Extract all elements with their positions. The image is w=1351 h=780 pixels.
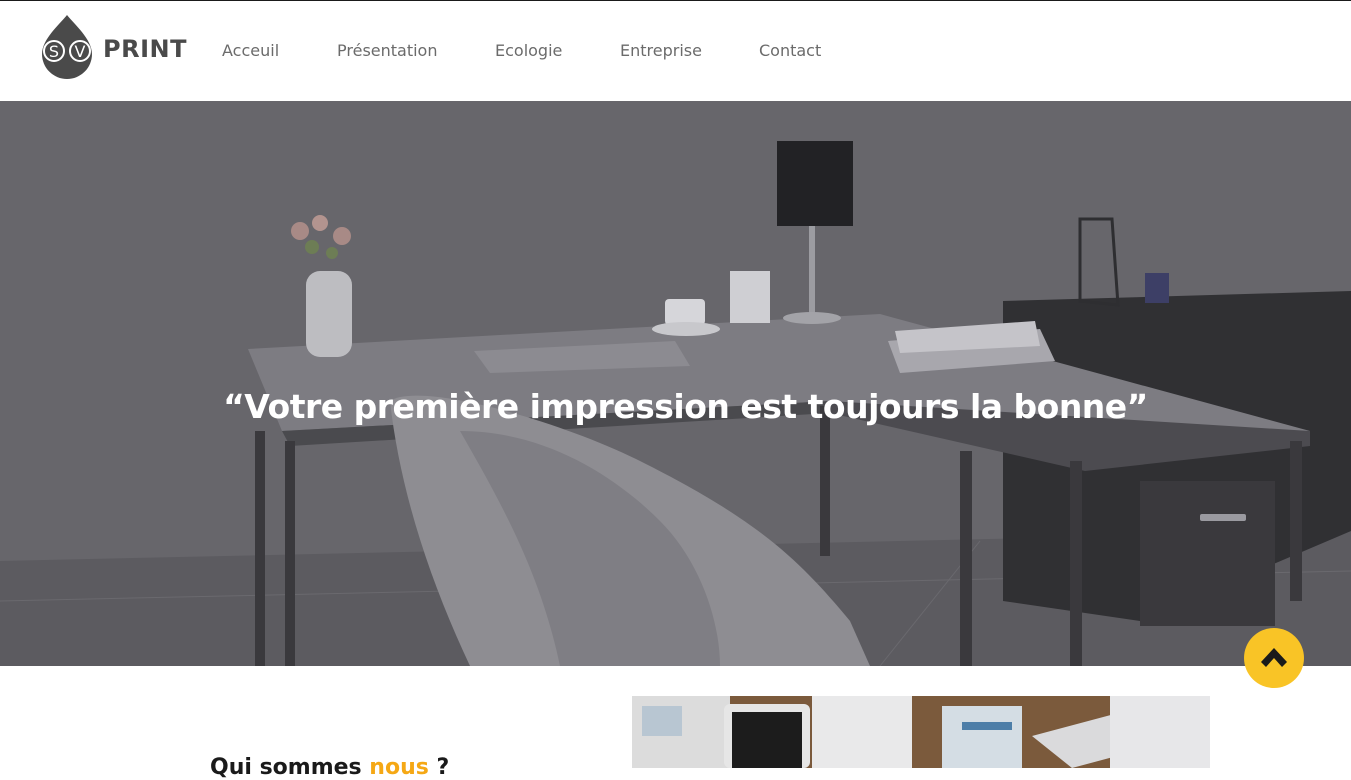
site-header: S V PRINT Acceuil Présentation Ecologie … xyxy=(0,1,1351,101)
logo-letter-s: S xyxy=(49,42,59,61)
hero-quote: “Votre première impression est toujours … xyxy=(223,387,1148,427)
chevron-up-icon xyxy=(1261,648,1287,667)
logo[interactable]: S V PRINT xyxy=(39,13,187,81)
nav-item-contact[interactable]: Contact xyxy=(759,41,821,60)
logo-text: PRINT xyxy=(103,35,187,63)
scroll-top-button[interactable] xyxy=(1244,628,1304,688)
nav-item-ecologie[interactable]: Ecologie xyxy=(495,41,562,60)
desk-documents-tablet-photo xyxy=(632,696,1210,768)
logo-letter-v: V xyxy=(75,42,86,61)
nav-item-presentation[interactable]: Présentation xyxy=(337,41,437,60)
drop-logo-icon: S V xyxy=(42,15,92,79)
office-desk-photo xyxy=(0,101,1351,666)
nav-item-acceuil[interactable]: Acceuil xyxy=(222,41,279,60)
nav-item-entreprise[interactable]: Entreprise xyxy=(620,41,702,60)
about-image xyxy=(632,696,1210,768)
hero-banner: “Votre première impression est toujours … xyxy=(0,101,1351,666)
